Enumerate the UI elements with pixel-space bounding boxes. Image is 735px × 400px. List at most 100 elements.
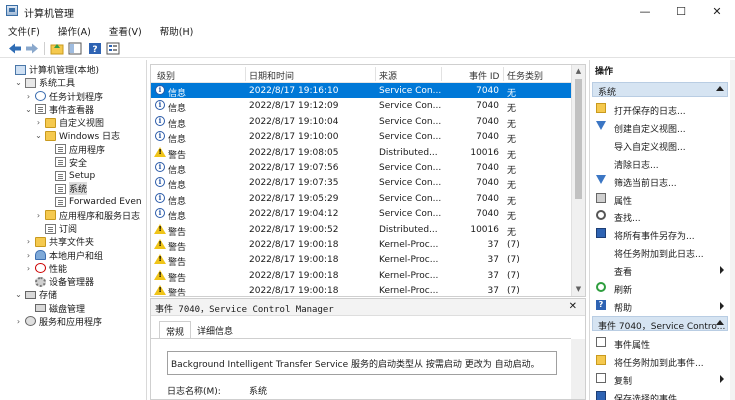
up-folder-icon[interactable] bbox=[50, 42, 64, 55]
table-row[interactable]: 警告 2022/8/17 19:08:05 Distributed... 10016 无 bbox=[151, 145, 571, 161]
action-item-label: 查找... bbox=[614, 214, 641, 225]
help-icon[interactable]: ? bbox=[88, 42, 102, 55]
tab-general[interactable]: 常规 bbox=[159, 321, 192, 338]
tree-item[interactable]: ⌄ 存储 bbox=[14, 288, 57, 301]
menu-bar: 文件(F) 操作(A) 查看(V) 帮助(H) bbox=[0, 22, 735, 40]
table-row[interactable]: i 信息 2022/8/17 19:07:56 Service Con... 7040 无 bbox=[151, 160, 571, 176]
action-item[interactable]: 筛选当前日志... bbox=[590, 172, 730, 189]
chevron-right-icon[interactable]: › bbox=[34, 118, 43, 127]
tree-item[interactable]: 计算机管理(本地) bbox=[4, 63, 99, 76]
detail-scrollbar[interactable] bbox=[571, 339, 585, 399]
tree-item[interactable]: 系统 bbox=[44, 182, 88, 196]
tree-item[interactable]: 设备管理器 bbox=[24, 275, 94, 288]
tree-item[interactable]: ⌄ 系统工具 bbox=[14, 76, 75, 89]
column-level[interactable]: 级别 bbox=[157, 69, 175, 82]
column-datetime[interactable]: 日期和时间 bbox=[249, 69, 294, 82]
table-row[interactable]: i 信息 2022/8/17 19:04:12 Service Con... 7040 无 bbox=[151, 206, 571, 222]
datetime-cell: 2022/8/17 19:10:04 bbox=[249, 116, 339, 127]
tree-item[interactable]: Forwarded Even bbox=[44, 196, 142, 209]
menu-action[interactable]: 操作(A) bbox=[58, 24, 91, 38]
chevron-right-icon[interactable]: › bbox=[24, 237, 33, 246]
action-item[interactable]: 打开保存的日志... bbox=[590, 100, 730, 117]
chevron-right-icon[interactable]: › bbox=[24, 92, 33, 101]
tree-item[interactable]: › 任务计划程序 bbox=[24, 90, 103, 103]
action-item[interactable]: 事件属性 bbox=[590, 334, 730, 351]
table-row[interactable]: 警告 2022/8/17 19:00:18 Kernel-Proc... 37 (7) bbox=[151, 252, 571, 268]
tree-item-label: 系统工具 bbox=[39, 79, 76, 90]
table-row[interactable]: i 信息 2022/8/17 19:05:29 Service Con... 7040 无 bbox=[151, 191, 571, 207]
table-row[interactable]: 警告 2022/8/17 19:00:18 Kernel-Proc... 37 (7) bbox=[151, 237, 571, 253]
action-item[interactable]: ? 帮助 bbox=[590, 297, 730, 314]
chevron-right-icon[interactable]: › bbox=[14, 317, 23, 326]
tree-item[interactable]: 安全 bbox=[44, 156, 87, 169]
chevron-down-icon[interactable]: ⌄ bbox=[14, 290, 23, 299]
column-divider[interactable] bbox=[441, 67, 442, 81]
collapse-up-icon[interactable] bbox=[716, 319, 724, 325]
scroll-down-icon[interactable]: ▼ bbox=[574, 285, 583, 294]
action-item[interactable]: 保存选择的事件... bbox=[590, 388, 730, 400]
column-event-id[interactable]: 事件 ID bbox=[469, 69, 499, 82]
action-item[interactable]: 导入自定义视图... bbox=[590, 136, 730, 153]
tree-item[interactable]: 应用程序 bbox=[44, 143, 105, 156]
table-row[interactable]: i 信息 2022/8/17 19:16:10 Service Con... 7040 无 bbox=[151, 83, 571, 99]
table-row[interactable]: i 信息 2022/8/17 19:10:04 Service Con... 7040 无 bbox=[151, 114, 571, 130]
list-scrollbar[interactable]: ▲ ▼ bbox=[571, 65, 585, 296]
maximize-button[interactable]: ☐ bbox=[663, 0, 699, 22]
tree-item[interactable]: › 性能 bbox=[24, 262, 67, 275]
event-description-box[interactable]: Background Intelligent Transfer Service … bbox=[167, 351, 557, 375]
actions-section-event[interactable]: 事件 7040，Service Contro... bbox=[592, 315, 728, 331]
chevron-right-icon[interactable]: › bbox=[34, 211, 43, 220]
table-row[interactable]: i 信息 2022/8/17 19:10:00 Service Con... 7040 无 bbox=[151, 129, 571, 145]
detail-close-button[interactable]: ✕ bbox=[569, 301, 577, 312]
tree-item[interactable]: › 共享文件夹 bbox=[24, 235, 94, 248]
action-item[interactable]: 刷新 bbox=[590, 279, 730, 296]
column-divider[interactable] bbox=[245, 67, 246, 81]
actions-section-system[interactable]: 系统 bbox=[592, 82, 728, 97]
minimize-button[interactable]: — bbox=[627, 0, 663, 22]
action-item[interactable]: 属性 bbox=[590, 190, 730, 207]
tree-item[interactable]: › 本地用户和组 bbox=[24, 249, 103, 262]
chevron-down-icon[interactable]: ⌄ bbox=[14, 78, 23, 87]
close-button[interactable]: ✕ bbox=[699, 0, 735, 22]
chevron-right-icon[interactable]: › bbox=[24, 264, 33, 273]
chevron-down-icon[interactable]: ⌄ bbox=[34, 131, 43, 140]
scroll-thumb[interactable] bbox=[575, 79, 582, 199]
menu-help[interactable]: 帮助(H) bbox=[160, 24, 194, 38]
action-item[interactable]: 清除日志... bbox=[590, 154, 730, 171]
column-divider[interactable] bbox=[375, 67, 376, 81]
table-row[interactable]: 警告 2022/8/17 19:00:52 Distributed... 10016 无 bbox=[151, 222, 571, 238]
chevron-right-icon[interactable]: › bbox=[24, 251, 33, 260]
show-hide-tree-icon[interactable] bbox=[68, 42, 82, 55]
menu-file[interactable]: 文件(F) bbox=[8, 24, 40, 38]
chevron-down-icon[interactable]: ⌄ bbox=[24, 105, 33, 114]
action-item[interactable]: 复制 bbox=[590, 370, 730, 387]
table-row[interactable]: 警告 2022/8/17 19:00:18 Kernel-Proc... 37 (7) bbox=[151, 268, 571, 284]
scroll-up-icon[interactable]: ▲ bbox=[574, 67, 583, 76]
action-item[interactable]: 创建自定义视图... bbox=[590, 118, 730, 135]
tree-item[interactable]: 磁盘管理 bbox=[24, 302, 85, 315]
back-arrow-icon[interactable] bbox=[8, 42, 22, 55]
tab-details[interactable]: 详细信息 bbox=[191, 321, 239, 338]
column-divider[interactable] bbox=[503, 67, 504, 81]
column-source[interactable]: 来源 bbox=[379, 69, 397, 82]
column-task-category[interactable]: 任务类别 bbox=[507, 69, 543, 82]
action-item[interactable]: 将任务附加到此日志... bbox=[590, 243, 730, 260]
action-item[interactable]: 将所有事件另存为... bbox=[590, 225, 730, 242]
tree-item[interactable]: 订阅 bbox=[34, 222, 77, 235]
forward-arrow-icon[interactable] bbox=[25, 42, 39, 55]
tree-item[interactable]: › 服务和应用程序 bbox=[14, 315, 102, 328]
properties-icon[interactable] bbox=[106, 42, 120, 55]
tree-item[interactable]: ⌄ Windows 日志 bbox=[34, 129, 120, 142]
table-row[interactable]: i 信息 2022/8/17 19:07:35 Service Con... 7040 无 bbox=[151, 175, 571, 191]
tree-item[interactable]: › 自定义视图 bbox=[34, 116, 104, 129]
tree-item[interactable]: › 应用程序和服务日志 bbox=[34, 209, 140, 222]
action-item[interactable]: 查看 bbox=[590, 261, 730, 278]
collapse-up-icon[interactable] bbox=[716, 86, 724, 91]
tree-item[interactable]: Setup bbox=[44, 169, 95, 182]
tree-item[interactable]: ⌄ 事件查看器 bbox=[24, 103, 94, 116]
action-item[interactable]: 将任务附加到此事件... bbox=[590, 352, 730, 369]
menu-view[interactable]: 查看(V) bbox=[109, 24, 142, 38]
action-item[interactable]: 查找... bbox=[590, 207, 730, 224]
table-row[interactable]: 警告 2022/8/17 19:00:18 Kernel-Proc... 37 (7) bbox=[151, 283, 571, 296]
table-row[interactable]: i 信息 2022/8/17 19:12:09 Service Con... 7040 无 bbox=[151, 98, 571, 114]
